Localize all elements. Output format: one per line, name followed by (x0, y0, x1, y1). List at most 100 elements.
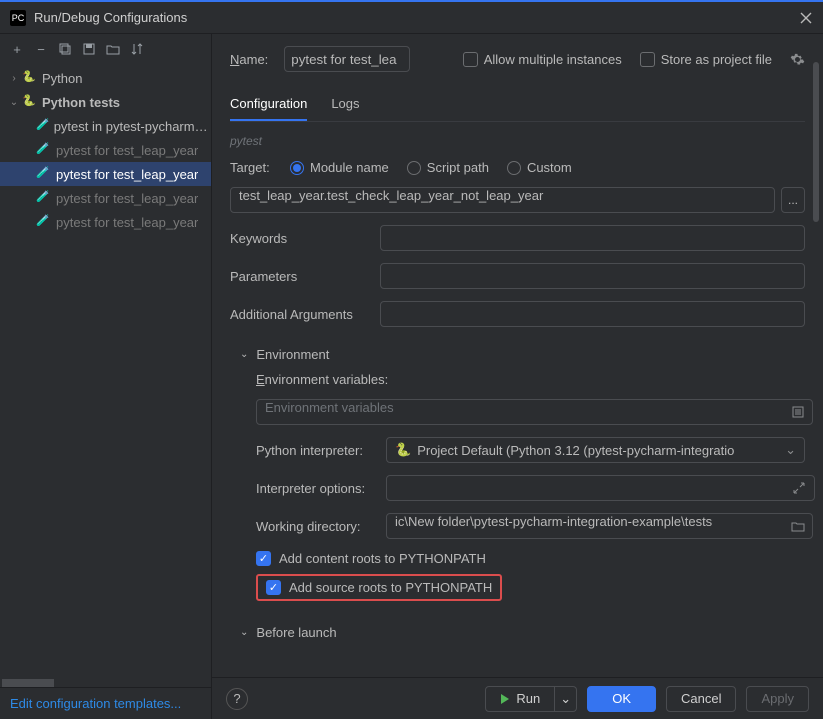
pytest-run-icon: 🧪 (36, 214, 52, 230)
pytest-run-icon: 🧪 (36, 142, 52, 158)
tree-item-python[interactable]: 🐍 Python (0, 66, 211, 90)
interpreter-options-input[interactable] (386, 475, 815, 501)
edit-templates-link[interactable]: Edit configuration templates... (10, 696, 181, 711)
name-input[interactable] (284, 46, 410, 72)
target-radio-group: Module name Script path Custom (290, 160, 572, 175)
radio-label: Script path (427, 160, 489, 175)
titlebar: PC Run/Debug Configurations (0, 0, 823, 34)
environment-title: Environment (256, 347, 329, 362)
chevron-down-icon: ⌄ (240, 627, 248, 638)
tree-item-pytest[interactable]: 🧪 pytest for test_leap_year (0, 138, 211, 162)
tree-label: pytest for test_leap_year (56, 215, 198, 230)
env-vars-label-row: Environment variables: (256, 372, 805, 387)
run-label: Run (516, 691, 540, 706)
interpreter-label: Python interpreter: (256, 443, 386, 458)
parameters-label: Parameters (230, 269, 380, 284)
checkbox-label: Add content roots to PYTHONPATH (279, 551, 486, 566)
checkbox-icon (640, 52, 655, 67)
environment-body: Environment variables: Environment varia… (240, 372, 805, 601)
radio-script-path[interactable]: Script path (407, 160, 489, 175)
gear-icon[interactable] (790, 52, 805, 67)
apply-button[interactable]: Apply (746, 686, 809, 712)
config-tree: 🐍 Python 🐍 Python tests 🧪 pytest in pyte… (0, 64, 211, 679)
add-source-roots-row: ✓ Add source roots to PYTHONPATH (256, 574, 805, 601)
parameters-input[interactable] (380, 263, 805, 289)
pytest-run-icon: 🧪 (36, 190, 52, 206)
chevron-down-icon: ⌄ (785, 442, 796, 458)
additional-args-label: Additional Arguments (230, 307, 380, 322)
env-vars-label: Environment variables: (256, 372, 388, 387)
python-icon: 🐍 (22, 94, 38, 110)
before-launch-title: Before launch (256, 625, 336, 640)
radio-module-name[interactable]: Module name (290, 160, 389, 175)
add-content-roots-checkbox[interactable]: ✓ Add content roots to PYTHONPATH (256, 551, 805, 566)
radio-icon (290, 161, 304, 175)
tree-item-pytest[interactable]: 🧪 pytest for test_leap_year (0, 186, 211, 210)
remove-config-button[interactable]: − (30, 38, 52, 60)
run-button[interactable]: Run (485, 686, 555, 712)
add-source-roots-checkbox[interactable]: ✓ Add source roots to PYTHONPATH (266, 580, 492, 595)
tree-label: pytest for test_leap_year (56, 191, 198, 206)
target-input[interactable]: test_leap_year.test_check_leap_year_not_… (230, 187, 775, 213)
tree-toolbar: + − (0, 34, 211, 64)
copy-config-button[interactable] (54, 38, 76, 60)
sort-button[interactable] (126, 38, 148, 60)
interpreter-row: Python interpreter: 🐍Project Default (Py… (256, 437, 805, 463)
target-browse-button[interactable]: ... (781, 187, 805, 213)
right-panel: Name: Allow multiple instances Store as … (212, 34, 823, 719)
v-scrollbar[interactable] (813, 62, 819, 222)
highlighted-checkbox: ✓ Add source roots to PYTHONPATH (256, 574, 502, 601)
help-button[interactable]: ? (226, 688, 248, 710)
workdir-label: Working directory: (256, 519, 386, 534)
tree-label: pytest for test_leap_year (56, 143, 198, 158)
tree-item-pytest-selected[interactable]: 🧪 pytest for test_leap_year (0, 162, 211, 186)
chevron-right-icon (6, 73, 22, 84)
tree-item-python-tests[interactable]: 🐍 Python tests (0, 90, 211, 114)
tree-item-pytest[interactable]: 🧪 pytest in pytest-pycharm-integration (0, 114, 211, 138)
folder-button[interactable] (102, 38, 124, 60)
allow-multiple-checkbox[interactable]: Allow multiple instances (463, 52, 622, 67)
additional-args-input[interactable] (380, 301, 805, 327)
name-row-options: Allow multiple instances Store as projec… (463, 52, 805, 67)
h-scrollbar[interactable] (2, 679, 54, 687)
add-config-button[interactable]: + (6, 38, 28, 60)
workdir-row: Working directory: ic\New folder\pytest-… (256, 513, 805, 539)
radio-custom[interactable]: Custom (507, 160, 572, 175)
keywords-row: Keywords (230, 225, 805, 251)
checkbox-icon (463, 52, 478, 67)
run-dropdown-button[interactable]: ⌄ (555, 686, 577, 712)
python-icon: 🐍 (395, 442, 411, 458)
tree-label: pytest in pytest-pycharm-integration (54, 119, 209, 134)
env-vars-input-row: Environment variables (256, 399, 805, 425)
interpreter-select[interactable]: 🐍Project Default (Python 3.12 (pytest-py… (386, 437, 805, 463)
pytest-run-icon: 🧪 (36, 118, 50, 134)
radio-icon (407, 161, 421, 175)
target-label: Target: (230, 160, 290, 175)
before-launch-section: ⌄ Before launch (230, 625, 805, 640)
radio-label: Custom (527, 160, 572, 175)
radio-icon (507, 161, 521, 175)
before-launch-header[interactable]: ⌄ Before launch (240, 625, 805, 640)
tab-configuration[interactable]: Configuration (230, 90, 307, 121)
workdir-input[interactable]: ic\New folder\pytest-pycharm-integration… (386, 513, 813, 539)
tree-label: Python tests (42, 95, 120, 110)
target-row: Target: Module name Script path Custom (230, 160, 805, 175)
pytest-run-icon: 🧪 (36, 166, 52, 182)
python-icon: 🐍 (22, 70, 38, 86)
ok-button[interactable]: OK (587, 686, 656, 712)
cancel-button[interactable]: Cancel (666, 686, 736, 712)
close-icon[interactable] (799, 11, 813, 25)
radio-label: Module name (310, 160, 389, 175)
target-value-row: test_leap_year.test_check_leap_year_not_… (230, 187, 805, 213)
chevron-down-icon: ⌄ (240, 349, 248, 360)
environment-header[interactable]: ⌄ Environment (240, 347, 805, 362)
left-footer: Edit configuration templates... (0, 687, 211, 719)
keywords-input[interactable] (380, 225, 805, 251)
store-project-checkbox[interactable]: Store as project file (640, 52, 772, 67)
tab-logs[interactable]: Logs (331, 90, 359, 121)
env-vars-input[interactable]: Environment variables (256, 399, 813, 425)
save-config-button[interactable] (78, 38, 100, 60)
left-panel: + − 🐍 Python 🐍 Pyth (0, 34, 212, 719)
interpreter-options-label: Interpreter options: (256, 481, 386, 496)
tree-item-pytest[interactable]: 🧪 pytest for test_leap_year (0, 210, 211, 234)
